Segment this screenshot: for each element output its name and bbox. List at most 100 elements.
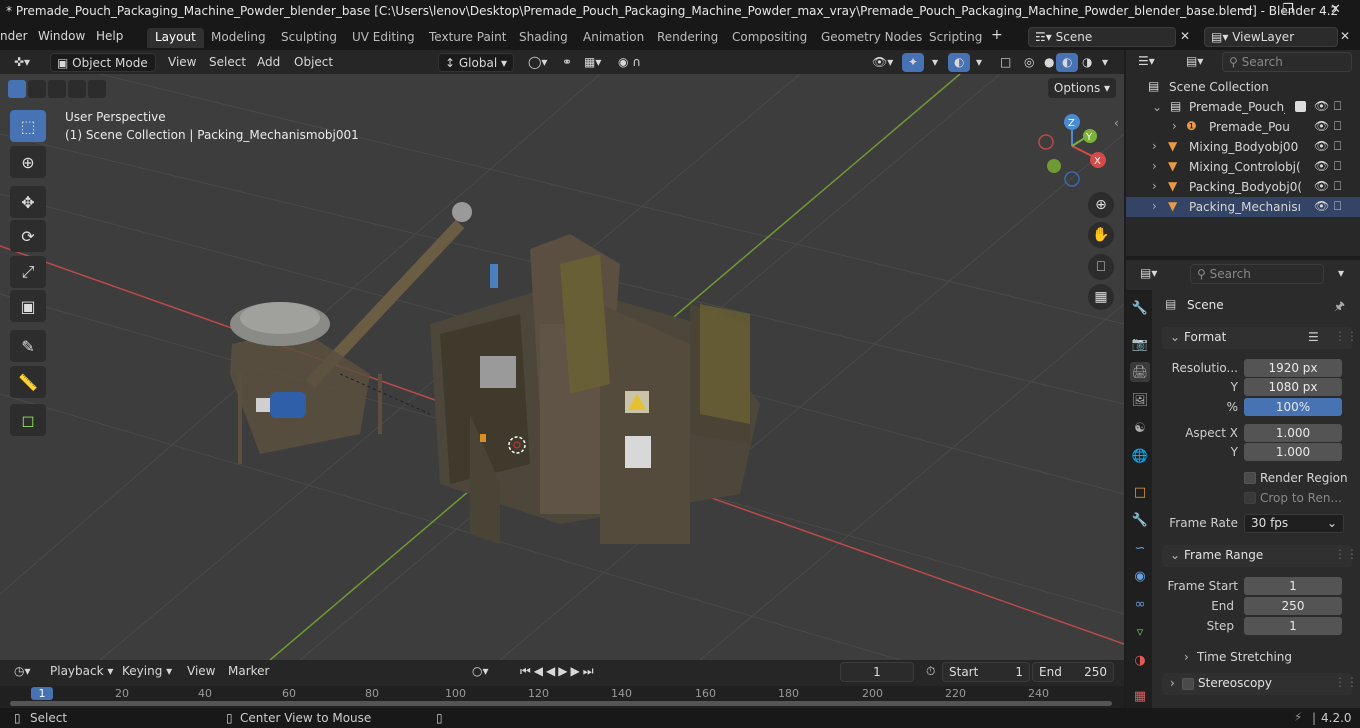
stereoscopy-checkbox[interactable] [1182, 678, 1194, 690]
data-tab-icon[interactable]: ▿ [1130, 622, 1150, 642]
menu-marker[interactable]: Marker [222, 662, 275, 681]
checkbox-icon[interactable] [1295, 101, 1306, 112]
measure-tool-icon[interactable]: 📏 [10, 366, 46, 398]
3d-viewport[interactable]: User Perspective (1) Scene Collection | … [0, 74, 1124, 660]
menu-view[interactable]: View [162, 53, 202, 72]
select-extend-icon[interactable] [28, 80, 46, 98]
stereoscopy-panel-header[interactable]: › Stereoscopy ⋮⋮ [1162, 673, 1358, 695]
chevron-right-icon[interactable]: › [1152, 159, 1157, 173]
frame-range-panel-header[interactable]: ⌄ Frame Range ⋮⋮ [1162, 545, 1358, 567]
object-tab-icon[interactable]: □ [1130, 482, 1150, 502]
frame-rate-dropdown[interactable]: 30 fps ⌄ [1244, 514, 1344, 533]
tab-sculpting[interactable]: Sculpting [273, 28, 345, 48]
menu-keying[interactable]: Keying ▾ [116, 662, 178, 681]
transform-orientation[interactable]: ↕ Global ▾ [438, 53, 514, 72]
menu-help[interactable]: Help [96, 29, 123, 43]
xray-icon[interactable]: □ [994, 53, 1017, 72]
aspect-y-field[interactable]: 1.000 [1244, 443, 1342, 461]
start-frame-field[interactable]: Start 1 [942, 662, 1030, 682]
drag-handle-icon[interactable]: ⋮⋮ [1334, 547, 1358, 561]
outliner-row-mesh-selected[interactable]: › ▼ Packing_Mechanisı 👁 ⎕ [1126, 197, 1360, 217]
world-tab-icon[interactable]: 🌐 [1130, 446, 1150, 466]
particles-tab-icon[interactable]: ∽ [1130, 538, 1150, 558]
display-mode-icon[interactable]: ▤▾ [1180, 52, 1209, 71]
playback-controls[interactable]: ⏮◀◀▶▶⏭ [514, 662, 603, 681]
drag-handle-icon[interactable]: ⋮⋮ [1334, 329, 1358, 343]
options-button[interactable]: Options ▾ [1048, 78, 1116, 98]
zoom-icon[interactable]: ⊕ [1088, 192, 1114, 218]
move-tool-icon[interactable]: ✥ [10, 186, 46, 218]
tab-shading[interactable]: Shading [511, 28, 576, 48]
chevron-right-icon[interactable]: › [1152, 199, 1157, 213]
outliner-row-empty[interactable]: › ❶ Premade_Poucl 👁 ⎕ [1126, 117, 1360, 137]
camera-icon[interactable]: ⎕ [1334, 99, 1341, 114]
chevron-right-icon[interactable]: › [1172, 119, 1177, 133]
tab-rendering[interactable]: Rendering [649, 28, 726, 48]
eye-icon[interactable]: 👁 [1314, 159, 1329, 173]
eye-icon[interactable]: 👁 [1314, 139, 1329, 153]
tab-layout[interactable]: Layout [147, 28, 204, 48]
select-invert-icon[interactable] [68, 80, 86, 98]
chevron-right-icon[interactable]: › [1152, 179, 1157, 193]
camera-icon[interactable]: ⎕ [1334, 139, 1341, 154]
scale-tool-icon[interactable]: ⤢ [10, 256, 46, 288]
menu-window[interactable]: Window [38, 29, 85, 43]
orthographic-grid-icon[interactable]: ▦ [1088, 284, 1114, 310]
editor-type-icon[interactable]: ✜▾ [8, 53, 36, 72]
outliner-search-input[interactable]: ⚲ Search [1222, 52, 1352, 72]
snap-icon[interactable]: ⚭ [556, 53, 578, 72]
presets-list-icon[interactable]: ☰ [1308, 330, 1319, 344]
resolution-y-field[interactable]: 1080 px [1244, 378, 1342, 396]
aspect-x-field[interactable]: 1.000 [1244, 424, 1342, 442]
camera-icon[interactable]: ⎕ [1334, 159, 1341, 174]
eye-icon[interactable]: 👁 [1314, 179, 1329, 193]
properties-editor-type-icon[interactable]: ▤▾ [1134, 264, 1163, 283]
clock-icon[interactable]: ⏱ [920, 662, 941, 681]
proportional-edit-icon[interactable]: ◉ ∩ [612, 53, 647, 72]
resolution-x-field[interactable]: 1920 px [1244, 359, 1342, 377]
output-tab-icon[interactable]: 🖨 [1130, 362, 1150, 382]
close-icon[interactable]: ✕ [1340, 29, 1350, 43]
end-frame-field[interactable]: End 250 [1032, 662, 1114, 682]
gizmo-toggle-icon[interactable]: ✦ [902, 53, 925, 72]
gizmo-dropdown-icon[interactable]: ▾ [926, 53, 944, 72]
outliner-row-collection[interactable]: ⌄ ▤ Premade_Pouch_Pa 👁 ⎕ [1126, 97, 1360, 117]
chevron-right-icon[interactable]: › [1184, 650, 1189, 664]
tab-uv-editing[interactable]: UV Editing [344, 28, 423, 48]
current-frame-field[interactable]: 1 [840, 662, 914, 682]
pivot-icon[interactable]: ◯▾ [522, 53, 553, 72]
select-subtract-icon[interactable] [48, 80, 66, 98]
eye-icon[interactable]: 👁 [1314, 99, 1329, 113]
timeline-ruler[interactable]: 1 20 40 60 80 100 120 140 160 180 200 22… [0, 686, 1124, 708]
shading-dropdown-icon[interactable]: ▾ [1096, 53, 1114, 72]
overlay-toggle-icon[interactable]: ◐ [948, 53, 971, 72]
outliner-editor-type-icon[interactable]: ☰▾ [1132, 52, 1161, 71]
view-layer-tab-icon[interactable]: 🖼 [1130, 390, 1150, 410]
tab-modeling[interactable]: Modeling [203, 28, 274, 48]
drag-handle-icon[interactable]: ⋮⋮ [1334, 675, 1358, 689]
pan-hand-icon[interactable]: ✋ [1088, 222, 1114, 248]
physics-tab-icon[interactable]: ◉ [1130, 566, 1150, 586]
navigation-gizmo[interactable]: Z X Y [1036, 110, 1116, 190]
camera-view-icon[interactable]: ⎕ [1088, 254, 1114, 280]
keyframe-record-icon[interactable]: ○▾ [466, 662, 495, 681]
camera-icon[interactable]: ⎕ [1334, 119, 1341, 134]
menu-object[interactable]: Object [288, 53, 339, 72]
texture-tab-icon[interactable]: ▦ [1130, 686, 1150, 706]
add-cube-tool-icon[interactable]: ◻ [10, 404, 46, 436]
menu-select[interactable]: Select [203, 53, 252, 72]
outliner-row-mesh[interactable]: › ▼ Packing_Bodyobj0( 👁 ⎕ [1126, 177, 1360, 197]
modifier-tab-icon[interactable]: 🔧 [1130, 510, 1150, 530]
close-icon[interactable]: ✕ [1330, 2, 1341, 17]
timeline-scrollbar[interactable] [10, 701, 1112, 706]
maximize-icon[interactable]: ❐ [1282, 2, 1294, 17]
pin-icon[interactable]: 🖈 [1334, 297, 1345, 318]
mode-selector[interactable]: ▣ Object Mode ▾ [50, 53, 156, 84]
timeline-editor-type-icon[interactable]: ◷▾ [8, 662, 37, 681]
tab-scripting[interactable]: Scripting [921, 28, 990, 48]
snap-target-icon[interactable]: ▦▾ [578, 53, 607, 72]
rotate-tool-icon[interactable]: ⟳ [10, 220, 46, 252]
eye-icon[interactable]: 👁 [1314, 119, 1329, 133]
scene-tab-icon[interactable]: ☯ [1130, 418, 1150, 438]
properties-search-input[interactable]: ⚲ Search [1190, 264, 1324, 284]
